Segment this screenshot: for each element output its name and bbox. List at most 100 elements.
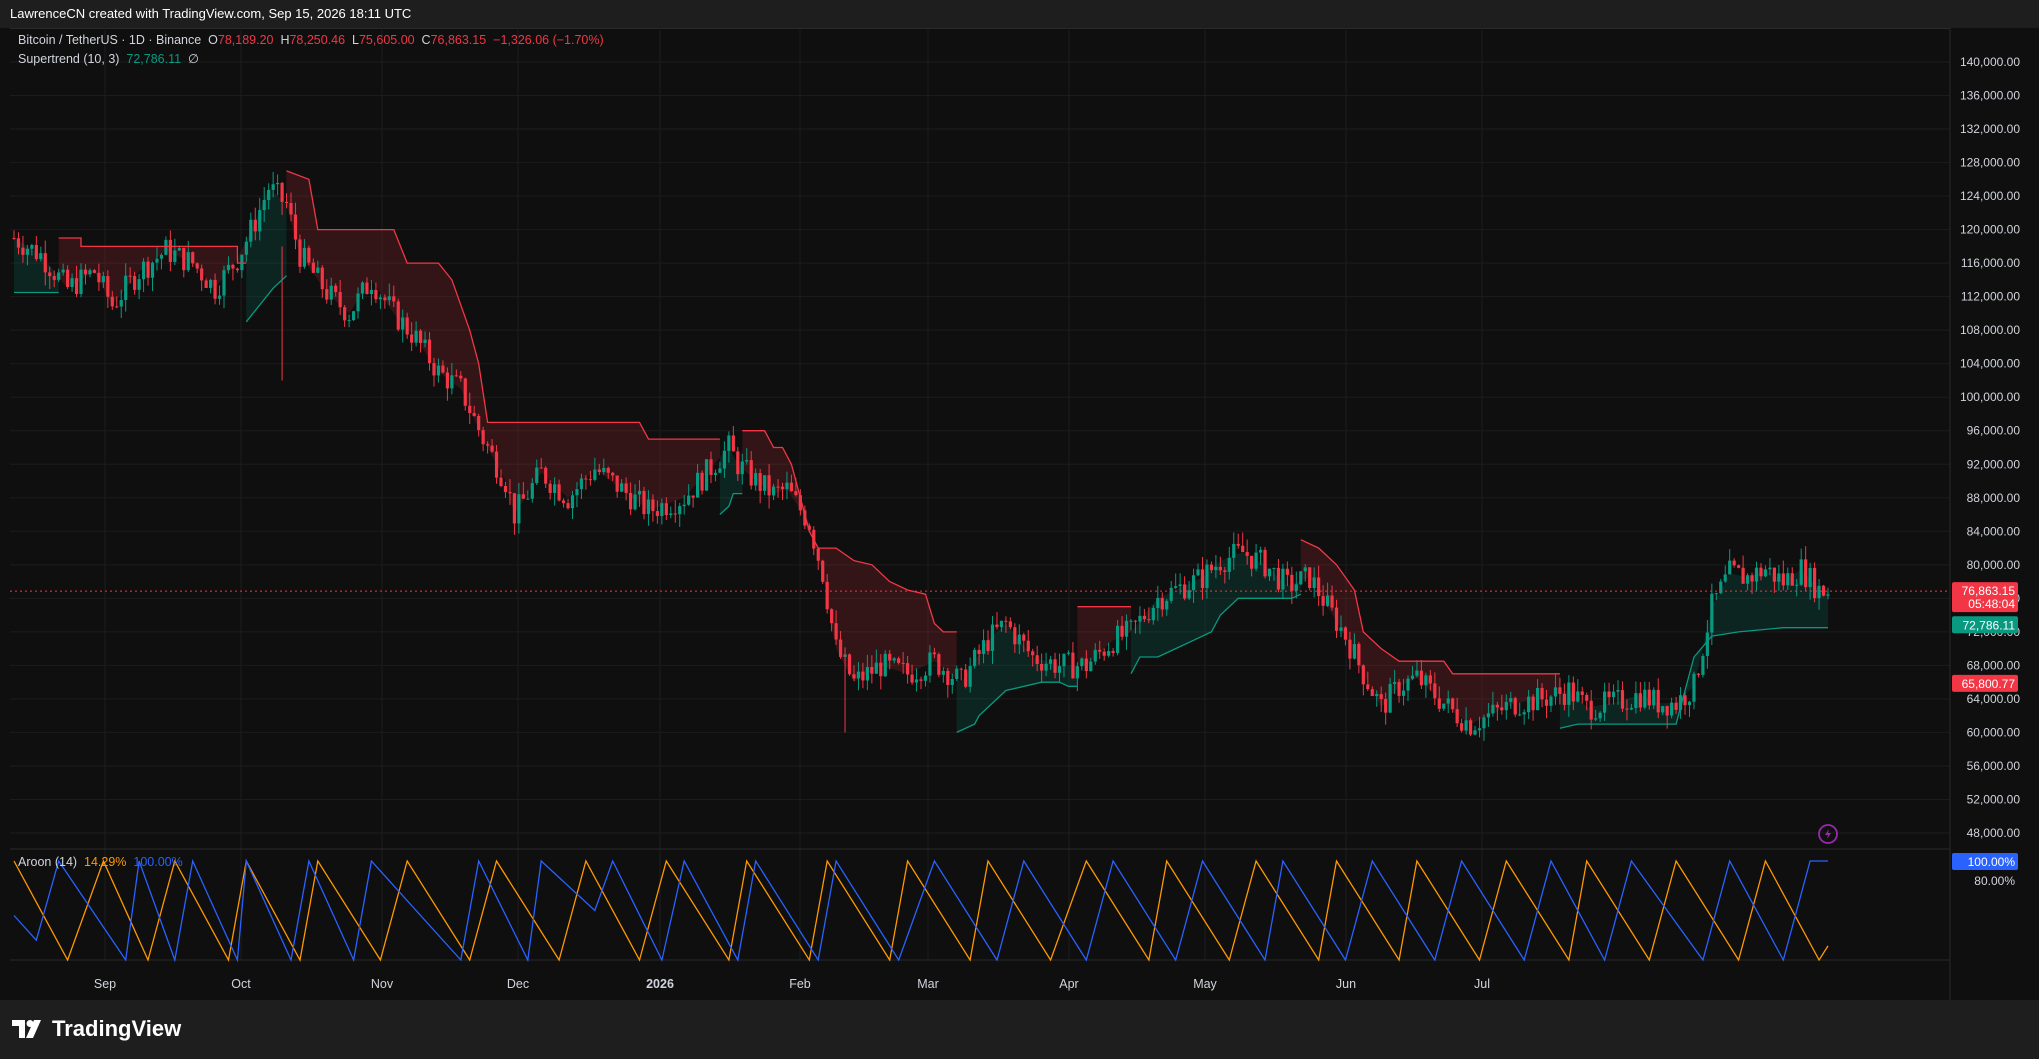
candle-body bbox=[21, 247, 25, 255]
price-tick-label: 52,000.00 bbox=[1967, 792, 2021, 806]
candle-body bbox=[1763, 569, 1768, 577]
candle-body bbox=[1160, 597, 1164, 610]
price-tick-label: 64,000.00 bbox=[1967, 692, 2021, 706]
candle-body bbox=[1294, 584, 1298, 591]
candle-body bbox=[1008, 621, 1012, 628]
candle-body bbox=[12, 237, 16, 239]
candle-body bbox=[43, 253, 47, 273]
candle-body bbox=[1017, 634, 1021, 645]
candle-body bbox=[535, 467, 539, 484]
candle-body bbox=[1370, 689, 1374, 697]
candle-body bbox=[669, 513, 673, 516]
candle-body bbox=[897, 658, 901, 663]
candle-body bbox=[1504, 701, 1508, 711]
candle-body bbox=[119, 300, 123, 307]
candle-body bbox=[1031, 651, 1035, 656]
candle-body bbox=[432, 363, 436, 376]
candle-body bbox=[289, 202, 293, 215]
candle-body bbox=[1701, 655, 1705, 675]
candle-body bbox=[459, 375, 463, 379]
candle-body bbox=[1603, 691, 1607, 713]
candle-body bbox=[865, 667, 869, 681]
candle-body bbox=[1330, 595, 1334, 608]
symbol-name[interactable]: Bitcoin / TetherUS · 1D · Binance bbox=[18, 33, 201, 47]
supertrend-label[interactable]: Supertrend (10, 3) bbox=[18, 52, 119, 66]
candle-body bbox=[919, 679, 923, 681]
candle-body bbox=[704, 459, 709, 491]
candle-body bbox=[1080, 658, 1084, 667]
candle-body bbox=[1165, 600, 1169, 610]
candle-body bbox=[244, 241, 248, 255]
candle-body bbox=[1509, 698, 1513, 702]
candle-body bbox=[579, 478, 584, 490]
candle-body bbox=[1348, 639, 1352, 659]
candle-body bbox=[548, 483, 552, 493]
time-label: Apr bbox=[1059, 977, 1078, 991]
candle-body bbox=[861, 671, 865, 681]
candle-body bbox=[405, 317, 409, 335]
candle-body bbox=[1214, 566, 1218, 571]
aroon-up-value: 100.00% bbox=[133, 855, 183, 869]
candle-body bbox=[968, 666, 972, 687]
candle-body bbox=[195, 263, 199, 269]
price-tick-label: 112,000.00 bbox=[1961, 290, 2020, 304]
candle-body bbox=[879, 662, 883, 677]
candle-body bbox=[718, 468, 722, 473]
candle-body bbox=[763, 475, 767, 491]
candle-body bbox=[298, 239, 302, 267]
candle-body bbox=[302, 247, 307, 267]
candle-body bbox=[378, 297, 382, 300]
candle-body bbox=[1468, 720, 1473, 735]
candle-body bbox=[365, 282, 369, 295]
candle-body bbox=[1696, 673, 1701, 675]
candle-body bbox=[1258, 549, 1263, 553]
candle-body bbox=[1611, 691, 1616, 698]
candle-body bbox=[418, 330, 423, 343]
candle-body bbox=[1446, 698, 1450, 704]
candle-body bbox=[990, 624, 995, 652]
candle-body bbox=[1254, 552, 1258, 569]
candle-body bbox=[48, 272, 52, 277]
candle-body bbox=[1361, 665, 1365, 685]
candle-body bbox=[651, 499, 655, 512]
candle-body bbox=[79, 269, 83, 294]
candle-body bbox=[499, 477, 503, 486]
candle-body bbox=[1804, 559, 1808, 588]
candle-body bbox=[1826, 594, 1830, 596]
candle-body bbox=[517, 494, 521, 524]
candle-body bbox=[1692, 673, 1696, 702]
candle-body bbox=[673, 513, 677, 515]
candle-body bbox=[1321, 596, 1325, 606]
candle-body bbox=[115, 306, 119, 308]
candle-body bbox=[754, 473, 758, 486]
candle-body bbox=[1674, 702, 1678, 710]
candle-body bbox=[932, 652, 937, 655]
candle-body bbox=[776, 486, 780, 488]
candle-body bbox=[544, 467, 548, 484]
candle-body bbox=[1375, 694, 1379, 697]
candle-body bbox=[1817, 585, 1821, 599]
candle-body bbox=[1491, 704, 1495, 714]
candle-body bbox=[892, 658, 896, 661]
candle-body bbox=[1522, 712, 1526, 715]
candle-body bbox=[396, 301, 400, 330]
candle-body bbox=[334, 285, 338, 292]
candle-body bbox=[1620, 690, 1625, 709]
candle-body bbox=[1388, 683, 1392, 713]
price-chart[interactable]: 140,000.00 136,000.00 132,000.00 128,000.00… bbox=[0, 0, 2039, 1000]
candle-body bbox=[1384, 698, 1388, 713]
candle-body bbox=[1379, 694, 1383, 699]
candle-body bbox=[262, 199, 266, 211]
candle-body bbox=[1084, 658, 1088, 672]
candle-body bbox=[512, 493, 517, 524]
candle-body bbox=[164, 239, 168, 255]
candle-body bbox=[133, 276, 137, 290]
close-label: C bbox=[421, 33, 431, 47]
tradingview-logo[interactable]: TradingView bbox=[12, 1016, 181, 1041]
candle-body bbox=[39, 253, 43, 260]
candle-body bbox=[374, 289, 378, 300]
aroon-label[interactable]: Aroon (14) bbox=[18, 855, 77, 869]
candle-body bbox=[445, 372, 449, 389]
candle-body bbox=[271, 184, 275, 190]
candle-body bbox=[1795, 584, 1799, 586]
